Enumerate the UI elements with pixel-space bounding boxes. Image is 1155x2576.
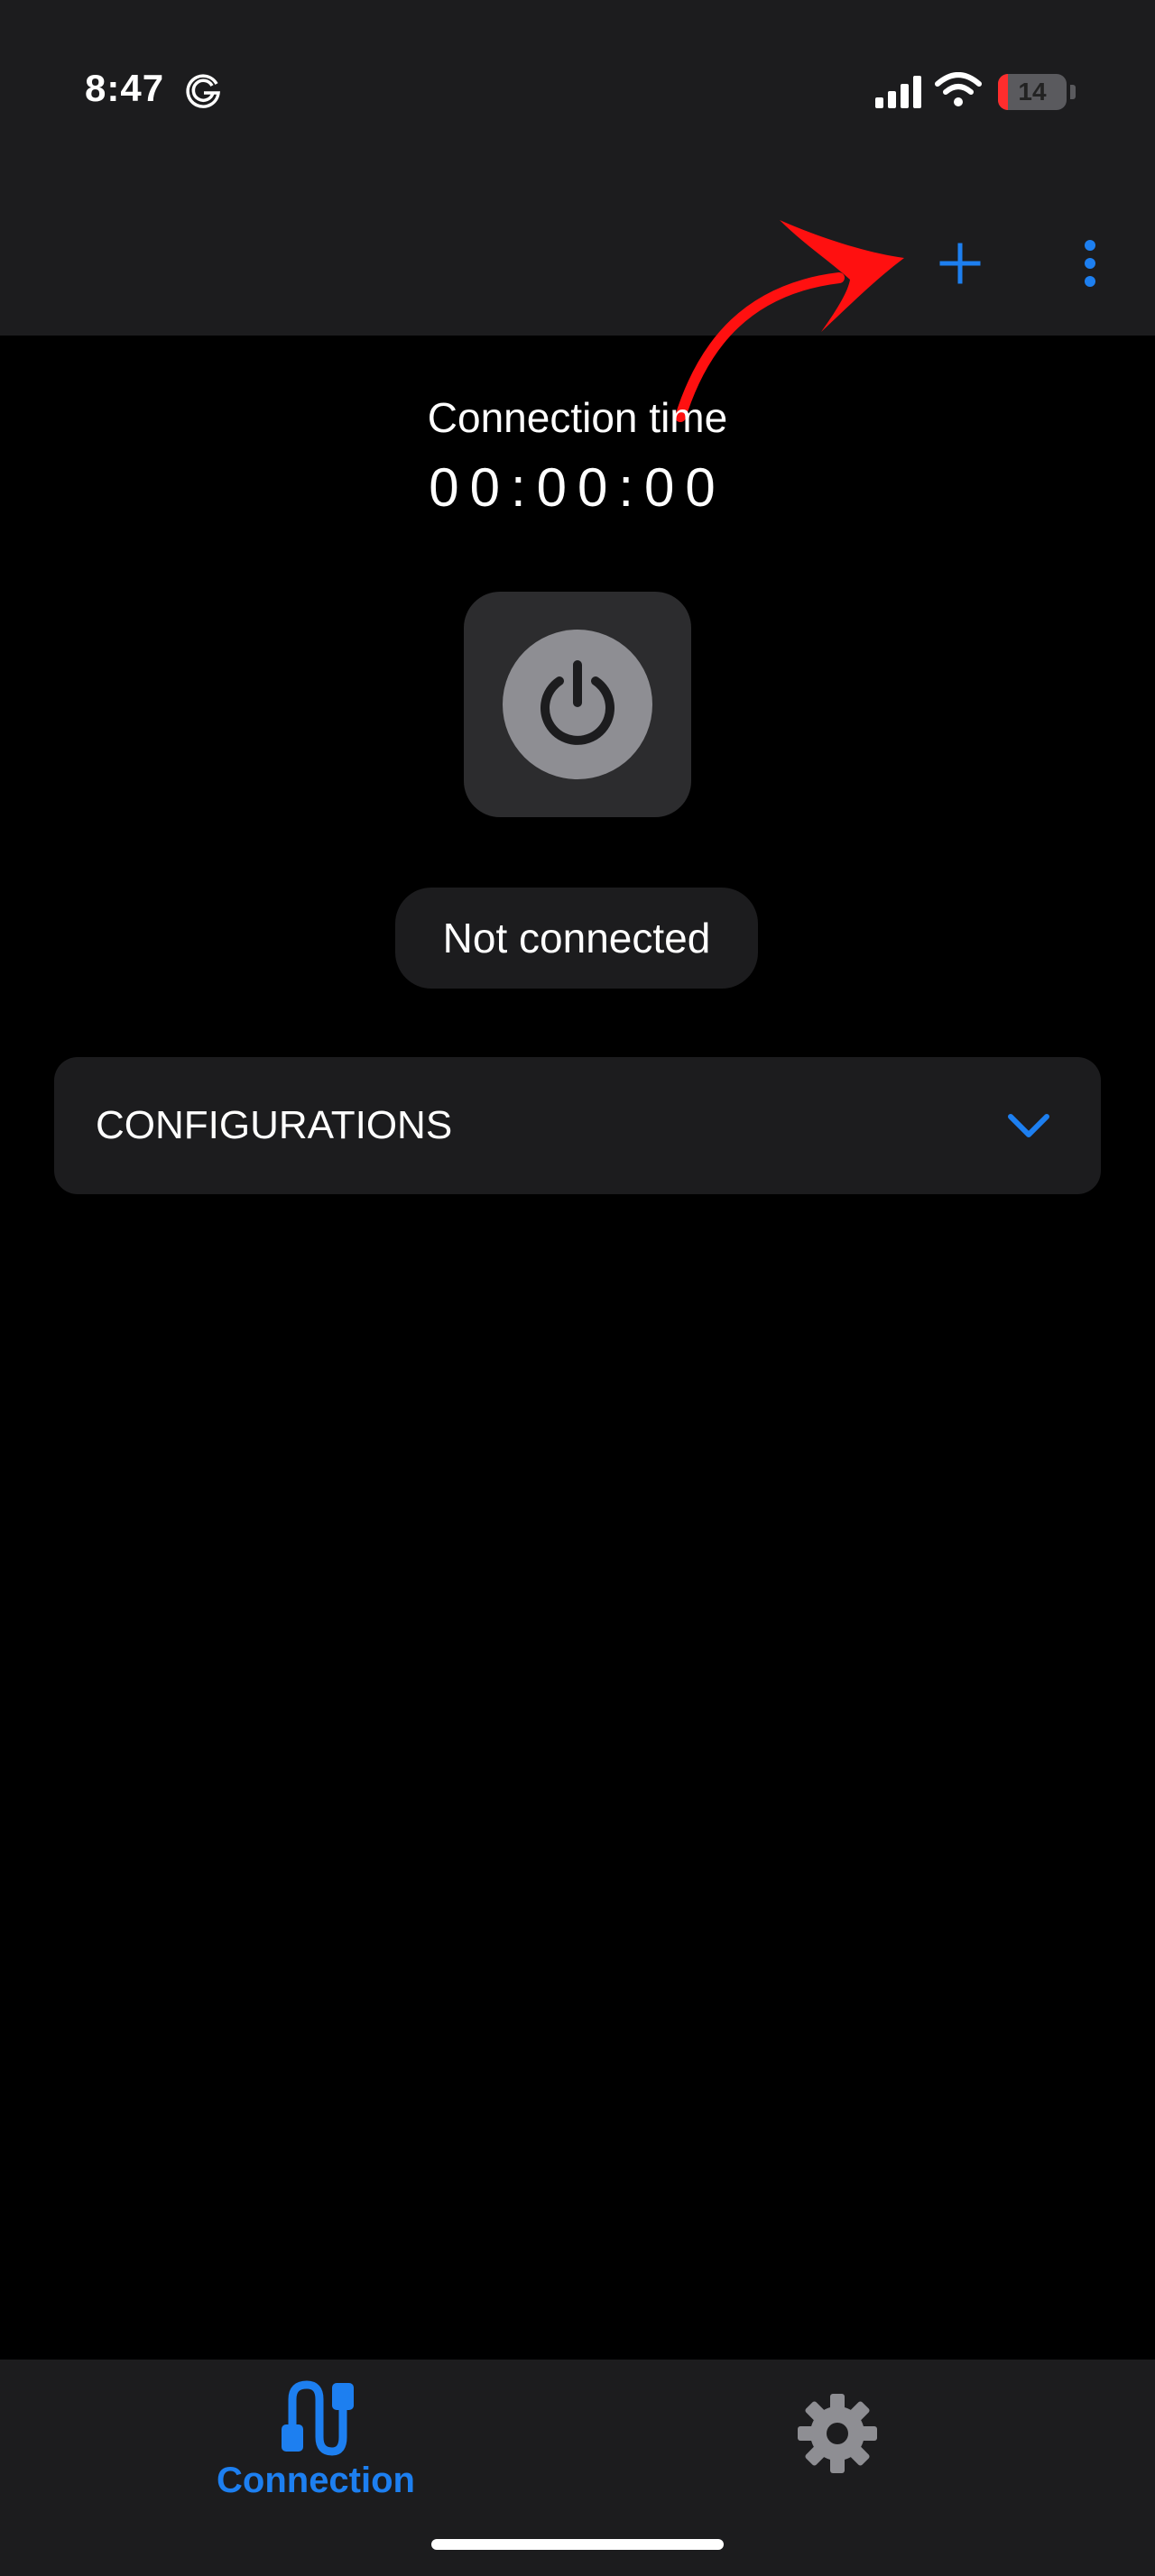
power-icon xyxy=(541,660,614,745)
tab-settings[interactable] xyxy=(785,2381,890,2486)
add-configuration-button[interactable] xyxy=(926,229,994,298)
tab-connection[interactable]: Connection xyxy=(197,2372,435,2507)
battery-cap xyxy=(1070,85,1076,99)
annotation-arrow-icon xyxy=(675,220,904,422)
more-vertical-icon xyxy=(1085,240,1095,287)
power-button-circle xyxy=(503,630,652,779)
wifi-icon xyxy=(935,72,982,106)
g-app-icon xyxy=(186,74,220,108)
configurations-title: CONFIGURATIONS xyxy=(96,1103,453,1147)
tab-connection-label: Connection xyxy=(217,2461,415,2500)
cellular-signal-icon xyxy=(875,76,921,108)
connection-status-badge: Not connected xyxy=(395,888,758,989)
plus-icon xyxy=(939,243,981,284)
configurations-dropdown[interactable]: CONFIGURATIONS xyxy=(54,1057,1101,1194)
connection-time-label: Connection time xyxy=(427,394,728,441)
battery-indicator: 14 xyxy=(998,74,1067,110)
battery-level: 14 xyxy=(1018,78,1047,106)
power-button[interactable] xyxy=(464,592,691,817)
gear-icon xyxy=(798,2394,877,2473)
connection-time-value: 00:00:00 xyxy=(429,457,726,518)
status-time: 8:47 xyxy=(85,67,165,109)
connection-status-text: Not connected xyxy=(442,915,711,961)
status-bar: 8:47 14 xyxy=(0,0,1155,189)
chevron-down-icon xyxy=(1008,1114,1049,1137)
home-indicator[interactable] xyxy=(431,2539,724,2550)
overflow-menu-button[interactable] xyxy=(1065,229,1115,298)
cable-icon xyxy=(282,2380,354,2456)
